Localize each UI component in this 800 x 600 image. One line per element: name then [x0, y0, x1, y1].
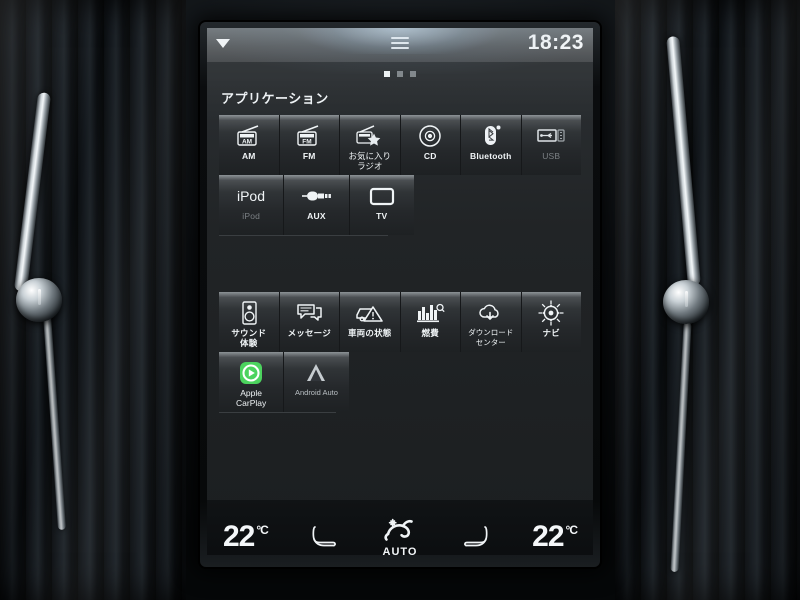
app-tile-label: Bluetooth — [470, 151, 512, 161]
app-tile-android-auto[interactable]: Android Auto — [284, 352, 349, 412]
app-tile-label: サウンド 体験 — [231, 328, 267, 348]
app-row-media-2: iPod iPod AUX TV — [219, 175, 581, 235]
apple-carplay-icon — [238, 358, 264, 388]
android-auto-icon — [303, 358, 329, 388]
radio-fm-icon: FM — [294, 121, 324, 151]
app-tile-label: ナビ — [542, 328, 560, 338]
vent-knob-left[interactable] — [16, 278, 62, 322]
vent-knob-notch-left — [37, 289, 41, 306]
app-tile-sound-experience[interactable]: サウンド 体験 — [219, 292, 280, 352]
fan-auto-button[interactable]: AUTO — [381, 517, 419, 556]
right-temp-unit: °C — [565, 523, 579, 537]
app-row-vehicle-1: サウンド 体験 メッセージ 車両の状態 燃費 ダウンロード センター ナビ — [219, 292, 581, 352]
vent-knob-notch-right — [684, 291, 688, 308]
speaker-icon — [238, 298, 260, 328]
app-group-media: AM AM FM FM お気に入り ラジオ CD Bluetooth USB i… — [207, 115, 593, 235]
vent-knob-right[interactable] — [663, 280, 709, 324]
app-tile-label: CD — [423, 151, 437, 161]
left-seat-heat-button[interactable] — [307, 524, 341, 550]
page-dot-3[interactable] — [410, 71, 416, 77]
compass-icon — [537, 298, 565, 328]
app-tile-label: USB — [542, 151, 561, 161]
app-tile-aux[interactable]: AUX — [284, 175, 350, 235]
app-tile-tv[interactable]: TV — [349, 175, 414, 235]
app-tile-label: 車両の状態 — [347, 328, 392, 338]
app-tile-label: AUX — [307, 211, 326, 221]
empty-space — [207, 236, 593, 292]
seat-heat-left-icon — [307, 524, 341, 550]
app-group-vehicle: サウンド 体験 メッセージ 車両の状態 燃費 ダウンロード センター ナビ Ap… — [207, 292, 593, 412]
app-tile-vehicle-status[interactable]: 車両の状態 — [340, 292, 401, 352]
fan-auto-icon — [381, 517, 419, 545]
page-dot-2[interactable] — [397, 71, 403, 77]
app-tile-label: FM — [302, 151, 316, 161]
usb-icon — [536, 121, 566, 151]
app-tile-label: Android Auto — [294, 388, 338, 397]
app-tile-label: メッセージ — [287, 328, 331, 338]
left-temp-value: 22 — [223, 520, 255, 553]
app-tile-label: iPod — [242, 211, 261, 221]
right-seat-heat-button[interactable] — [459, 524, 493, 550]
tv-screen-icon — [368, 181, 396, 211]
app-tile-usb[interactable]: USB — [521, 115, 581, 175]
air-vent-right — [615, 0, 800, 600]
app-row-vehicle-2: Apple CarPlay Android Auto — [219, 352, 581, 412]
svg-text:AM: AM — [242, 139, 252, 146]
app-tile-label: ダウンロード センター — [468, 328, 514, 347]
right-temp-value: 22 — [532, 520, 564, 553]
message-bubble-icon — [294, 298, 324, 328]
app-tile-download-center[interactable]: ダウンロード センター — [461, 292, 522, 352]
right-temperature[interactable]: 22 °C — [532, 520, 579, 554]
infotainment-screen: 18:23 アプリケーション AM AM FM FM お気に入り ラジオ CD … — [207, 28, 593, 555]
cloud-download-icon — [476, 298, 506, 328]
cd-disc-icon — [417, 121, 443, 151]
app-tile-bluetooth[interactable]: Bluetooth — [461, 115, 522, 175]
group-divider-vehicle — [219, 412, 336, 413]
app-tile-favorite-radio[interactable]: お気に入り ラジオ — [340, 115, 401, 175]
page-indicator[interactable] — [207, 62, 593, 81]
app-tile-label: Apple CarPlay — [236, 388, 267, 408]
app-tile-fuel[interactable]: 燃費 — [400, 292, 461, 352]
seat-heat-right-icon — [459, 524, 493, 550]
app-tile-navigation[interactable]: ナビ — [521, 292, 581, 352]
page-dot-1[interactable] — [384, 71, 390, 77]
car-warning-icon — [354, 298, 386, 328]
climate-bar: 22 °C AUTO 22 °C — [207, 500, 593, 555]
app-tile-message[interactable]: メッセージ — [279, 292, 340, 352]
app-tile-cd[interactable]: CD — [400, 115, 461, 175]
svg-text:iPod: iPod — [237, 188, 265, 204]
app-tile-am[interactable]: AM AM — [219, 115, 280, 175]
bluetooth-icon — [478, 121, 504, 151]
left-temperature[interactable]: 22 °C — [223, 520, 269, 554]
app-tile-apple-carplay[interactable]: Apple CarPlay — [219, 352, 285, 412]
app-tile-label: お気に入り ラジオ — [348, 151, 391, 171]
app-tile-fm[interactable]: FM FM — [279, 115, 340, 175]
aux-jack-icon — [299, 181, 333, 211]
fuel-chart-icon — [415, 298, 445, 328]
app-tile-label: 燃費 — [421, 328, 439, 338]
ipod-text-icon: iPod — [229, 181, 273, 211]
radio-am-icon: AM — [234, 121, 264, 151]
air-vent-left — [0, 0, 186, 600]
app-tile-label: AM — [241, 151, 256, 161]
favorite-radio-icon — [354, 121, 386, 151]
fan-auto-label: AUTO — [382, 545, 418, 556]
svg-text:FM: FM — [303, 139, 312, 146]
app-tile-ipod[interactable]: iPod iPod — [219, 175, 285, 235]
left-temp-unit: °C — [256, 523, 269, 537]
triangle-down-icon[interactable] — [216, 39, 230, 48]
app-row-media-1: AM AM FM FM お気に入り ラジオ CD Bluetooth USB — [219, 115, 581, 175]
page-title: アプリケーション — [221, 91, 329, 106]
status-bar: 18:23 — [207, 28, 593, 62]
app-tile-label: TV — [376, 211, 388, 221]
infotainment-photo: 18:23 アプリケーション AM AM FM FM お気に入り ラジオ CD … — [0, 0, 800, 600]
app-screen: アプリケーション AM AM FM FM お気に入り ラジオ CD Blueto… — [207, 81, 593, 555]
hamburger-handle-icon[interactable] — [391, 37, 409, 52]
clock: 18:23 — [527, 31, 584, 54]
